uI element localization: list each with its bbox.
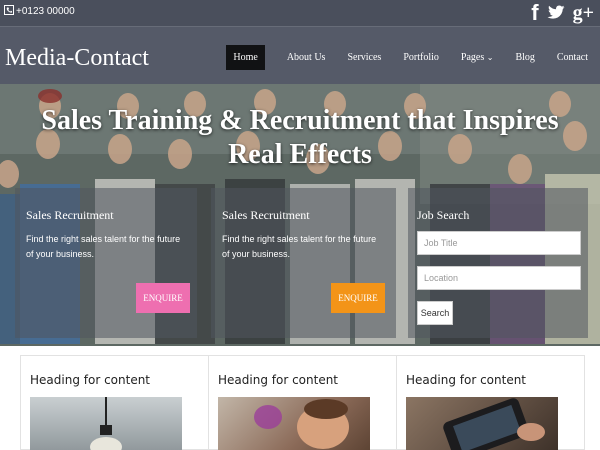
- main-navbar: Media-Contact Home About Us Services Por…: [0, 26, 600, 84]
- phone-icon: [4, 5, 14, 18]
- job-title-input[interactable]: Job Title: [417, 231, 581, 255]
- nav-item-pages[interactable]: Pages ⌄: [461, 46, 494, 69]
- main-menu: Home About Us Services Portfolio Pages ⌄…: [226, 45, 600, 70]
- phone-text: +0123 00000: [16, 6, 75, 17]
- enquire-button-orange[interactable]: ENQUIRE: [331, 283, 385, 313]
- location-input[interactable]: Location: [417, 266, 581, 290]
- nav-item-blog[interactable]: Blog: [515, 46, 534, 69]
- nav-item-portfolio[interactable]: Portfolio: [403, 46, 439, 69]
- nav-item-about-us[interactable]: About Us: [287, 46, 326, 69]
- facebook-icon[interactable]: f: [531, 2, 538, 24]
- hero-banner: Sales Training & Recruitment that Inspir…: [0, 84, 600, 346]
- job-search-panel: Job Search Job Title Location Search: [408, 188, 588, 338]
- content-heading: Heading for content: [218, 373, 339, 387]
- chevron-down-icon: ⌄: [486, 53, 494, 62]
- panel-heading: Sales Recruitment: [222, 208, 310, 222]
- nav-item-pages-label: Pages: [460, 52, 485, 63]
- content-column-3: Heading for content: [397, 356, 584, 450]
- panel-text: Find the right sales talent for the futu…: [222, 234, 377, 259]
- content-column-1: Heading for content: [21, 356, 209, 450]
- content-image-lamp[interactable]: [30, 397, 182, 450]
- content-image-students[interactable]: [218, 397, 370, 450]
- panel-heading: Sales Recruitment: [26, 208, 114, 222]
- site-brand[interactable]: Media-Contact: [5, 45, 149, 72]
- hero-title: Sales Training & Recruitment that Inspir…: [41, 105, 559, 170]
- job-search-heading: Job Search: [417, 208, 470, 222]
- content-heading: Heading for content: [30, 373, 151, 387]
- nav-item-home[interactable]: Home: [226, 45, 265, 70]
- content-column-2: Heading for content: [209, 356, 397, 450]
- nav-item-services[interactable]: Services: [347, 46, 381, 69]
- twitter-icon[interactable]: [547, 5, 565, 21]
- sales-recruitment-panel-2: Sales Recruitment Find the right sales t…: [211, 188, 396, 338]
- social-links: f g+: [531, 2, 594, 24]
- content-heading: Heading for content: [406, 373, 527, 387]
- enquire-button-pink[interactable]: ENQUIRE: [136, 283, 190, 313]
- google-plus-icon[interactable]: g+: [573, 3, 594, 23]
- sales-recruitment-panel-1: Sales Recruitment Find the right sales t…: [15, 188, 197, 338]
- panel-text: Find the right sales talent for the futu…: [26, 234, 181, 259]
- content-image-tablet[interactable]: [406, 397, 558, 450]
- search-button[interactable]: Search: [417, 301, 453, 325]
- content-section: Heading for content Heading for content …: [20, 355, 585, 450]
- phone-number: +0123 00000: [4, 5, 75, 18]
- nav-item-contact[interactable]: Contact: [557, 46, 588, 69]
- top-bar: +0123 00000 f g+: [0, 0, 600, 26]
